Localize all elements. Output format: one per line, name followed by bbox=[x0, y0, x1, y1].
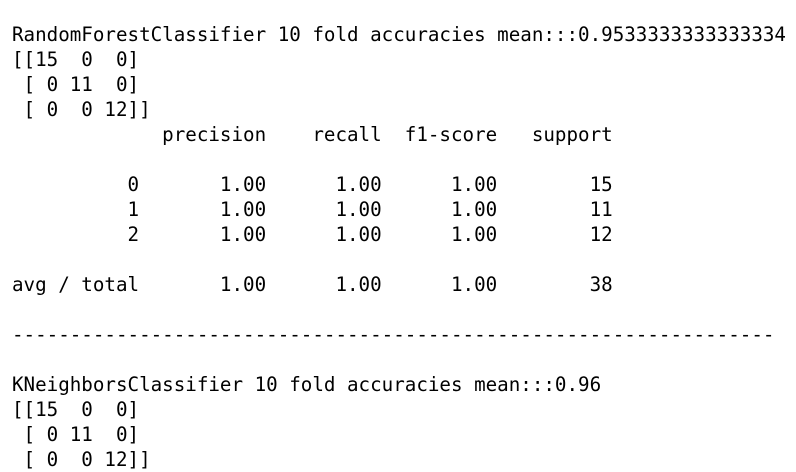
console-output: RandomForestClassifier 10 fold accuracie… bbox=[0, 0, 796, 472]
knn-confusion-row-1: [[15 0 0] bbox=[12, 398, 140, 421]
rf-report-row-1: 1 1.00 1.00 1.00 11 bbox=[12, 198, 613, 221]
rf-report-row-2: 2 1.00 1.00 1.00 12 bbox=[12, 223, 613, 246]
rf-confusion-row-3: [ 0 0 12]] bbox=[12, 98, 151, 121]
rf-accuracy-line: RandomForestClassifier 10 fold accuracie… bbox=[12, 23, 786, 46]
rf-confusion-row-2: [ 0 11 0] bbox=[12, 73, 140, 96]
knn-confusion-row-2: [ 0 11 0] bbox=[12, 423, 140, 446]
knn-accuracy-line: KNeighborsClassifier 10 fold accuracies … bbox=[12, 373, 602, 396]
rf-report-header: precision recall f1-score support bbox=[12, 123, 613, 146]
rf-confusion-row-1: [[15 0 0] bbox=[12, 48, 140, 71]
knn-confusion-row-3: [ 0 0 12]] bbox=[12, 448, 151, 471]
separator-line: ----------------------------------------… bbox=[12, 323, 775, 346]
rf-report-row-0: 0 1.00 1.00 1.00 15 bbox=[12, 173, 613, 196]
rf-report-avg-total: avg / total 1.00 1.00 1.00 38 bbox=[12, 273, 613, 296]
